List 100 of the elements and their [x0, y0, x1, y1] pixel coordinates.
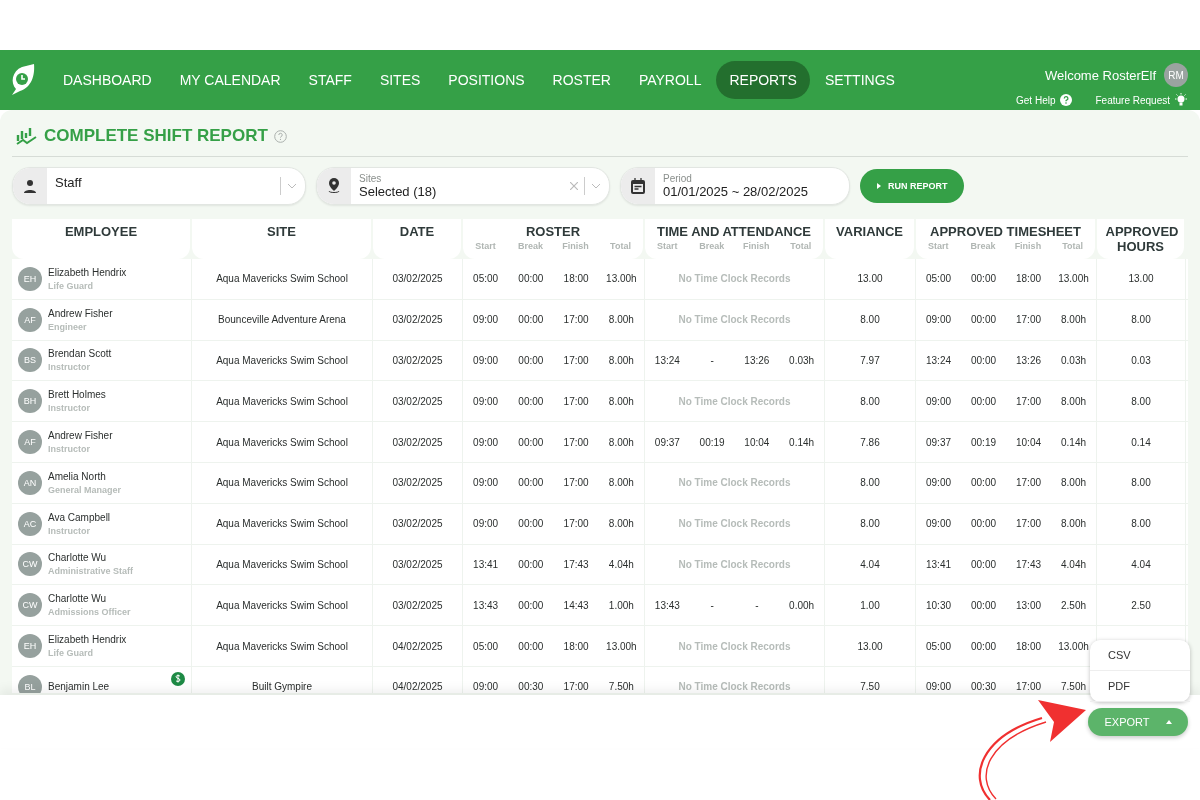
table-cell-text: 17:00: [562, 314, 590, 326]
initials-avatar: AF: [18, 307, 42, 332]
no-records-text: No Time Clock Records: [678, 477, 791, 489]
table-cell-text: 0.14h: [1060, 436, 1087, 448]
table-cell-text: 1.00h: [607, 599, 635, 611]
select-label: Sites: [359, 173, 383, 184]
nav-tab[interactable]: SETTINGS: [811, 61, 908, 99]
table-cell-text: 17:00: [1015, 395, 1042, 407]
column-title: DATE: [399, 224, 435, 239]
table-cell: 8.00: [825, 503, 916, 544]
table-cell-text: 17:00: [562, 355, 590, 366]
feature-request-link[interactable]: Feature Request: [1095, 93, 1188, 107]
table-cell: 03/02/2025: [373, 340, 463, 381]
run-report-button[interactable]: RUN REPORT: [860, 169, 964, 203]
table-cell-text: 13.00h: [605, 640, 638, 652]
initials-avatar: AN: [18, 470, 42, 495]
table-cell-text: 8.00h: [607, 518, 635, 530]
table-cell-text: 13.00h: [1057, 273, 1090, 285]
table-cell: Aqua Mavericks Swim School: [192, 626, 373, 666]
lightbulb-icon: [1174, 93, 1188, 107]
employee-name: Amelia North: [48, 470, 107, 482]
table-cell-text: 09:00: [472, 681, 500, 693]
period-field[interactable]: Period 01/01/2025 ~ 28/02/2025: [620, 167, 850, 205]
employee-role: Instructor: [48, 444, 91, 455]
table-cell-text: 09:00: [472, 436, 500, 448]
table-cell-text: 00:00: [970, 355, 997, 366]
export-option[interactable]: PDF: [1090, 671, 1190, 702]
sites-select[interactable]: Sites Selected (18): [316, 167, 610, 205]
table-cell: 13.00: [1128, 273, 1154, 285]
nav-tab[interactable]: SITES: [366, 61, 434, 99]
table-cell-text: 09:37: [653, 436, 681, 448]
table-cell-text: 05:00: [925, 640, 952, 652]
table-cell: 03/02/2025: [373, 381, 463, 422]
get-help-link[interactable]: Get Help: [1016, 94, 1072, 106]
table-cell: 03/02/2025: [373, 259, 463, 299]
table-cell: Bounceville Adventure Arena: [192, 299, 373, 340]
table-cell-text: 09:00: [472, 314, 500, 326]
column-title: EMPLOYEE: [64, 224, 138, 239]
table-cell-text: 09:00: [472, 477, 500, 489]
staff-select[interactable]: Staff: [12, 167, 306, 205]
table-cell-text: 00:00: [517, 273, 545, 285]
table-cell-text: 00:00: [970, 395, 997, 407]
table-cell-text: 17:00: [562, 518, 590, 530]
clear-icon[interactable]: [570, 182, 578, 190]
subcolumn-title: Finish: [1013, 241, 1043, 251]
table-cell-text: 0.03h: [1060, 355, 1087, 366]
table-cell-text: 00:00: [970, 558, 997, 570]
table-cell: 8.00: [1131, 477, 1151, 489]
table-cell-text: 09:00: [925, 395, 952, 407]
employee-name: Elizabeth Hendrix: [48, 634, 127, 646]
table-cell-text: 8.00h: [1060, 477, 1087, 489]
table-cell-text: 00:00: [970, 477, 997, 489]
user-avatar[interactable]: RM: [1164, 63, 1188, 87]
employee-name: Brendan Scott: [48, 348, 112, 360]
table-cell-text: 17:43: [562, 558, 590, 570]
table-cell-text: 00:00: [517, 477, 545, 489]
table-cell: 13.00: [825, 626, 916, 666]
table-cell-text: 00:00: [517, 640, 545, 652]
help-icon[interactable]: [273, 129, 287, 143]
table-cell-text: 05:00: [472, 640, 500, 652]
no-records-text: No Time Clock Records: [678, 681, 791, 693]
table-cell: Aqua Mavericks Swim School: [192, 585, 373, 626]
table-cell-text: 00:19: [970, 436, 997, 448]
table-cell-text: 8.00h: [607, 395, 635, 407]
nav-tab[interactable]: POSITIONS: [435, 61, 538, 99]
nav-tab[interactable]: PAYROLL: [625, 61, 715, 99]
nav-tab[interactable]: MY CALENDAR: [166, 61, 294, 99]
employee-role: Life Guard: [48, 280, 94, 291]
nav-tab[interactable]: DASHBOARD: [50, 61, 165, 99]
no-records-text: No Time Clock Records: [678, 395, 791, 407]
subcolumn-title: Start: [474, 241, 497, 251]
nav-tab[interactable]: STAFF: [295, 61, 365, 99]
table-cell-text: 09:00: [925, 477, 952, 489]
nav-tab[interactable]: REPORTS: [716, 61, 810, 99]
nav-tab[interactable]: ROSTER: [539, 61, 624, 99]
table-cell: 8.00: [1131, 518, 1151, 530]
table-cell-text: 13:43: [653, 599, 681, 611]
table-cell: Aqua Mavericks Swim School: [192, 381, 373, 422]
table-cell-text: 00:00: [970, 640, 997, 652]
table-cell-text: -: [709, 355, 715, 366]
table-cell-text: 00:00: [517, 599, 545, 611]
export-option[interactable]: CSV: [1090, 640, 1190, 671]
table-cell-text: 2.50h: [1060, 599, 1087, 611]
table-cell: 8.00: [825, 299, 916, 340]
table-cell: 8.00: [1131, 314, 1151, 326]
subcolumn-title: Total: [609, 241, 632, 251]
column-title: SITE: [267, 224, 296, 239]
table-cell-text: 05:00: [925, 273, 952, 285]
initials-avatar: AC: [18, 511, 42, 536]
subcolumn-title: Start: [927, 241, 950, 251]
table-cell-text: 00:00: [517, 558, 545, 570]
export-button[interactable]: EXPORT: [1088, 707, 1188, 736]
table-cell-text: 7.50h: [1060, 681, 1087, 693]
table-cell: 0.14: [1131, 436, 1151, 448]
table-cell: 03/02/2025: [373, 299, 463, 340]
table-cell: 4.04: [825, 544, 916, 585]
table-cell-text: 05:00: [472, 273, 500, 285]
table-cell-text: 09:00: [472, 518, 500, 530]
table-cell: 7.97: [825, 340, 916, 381]
table-cell-text: 13:26: [743, 355, 771, 366]
